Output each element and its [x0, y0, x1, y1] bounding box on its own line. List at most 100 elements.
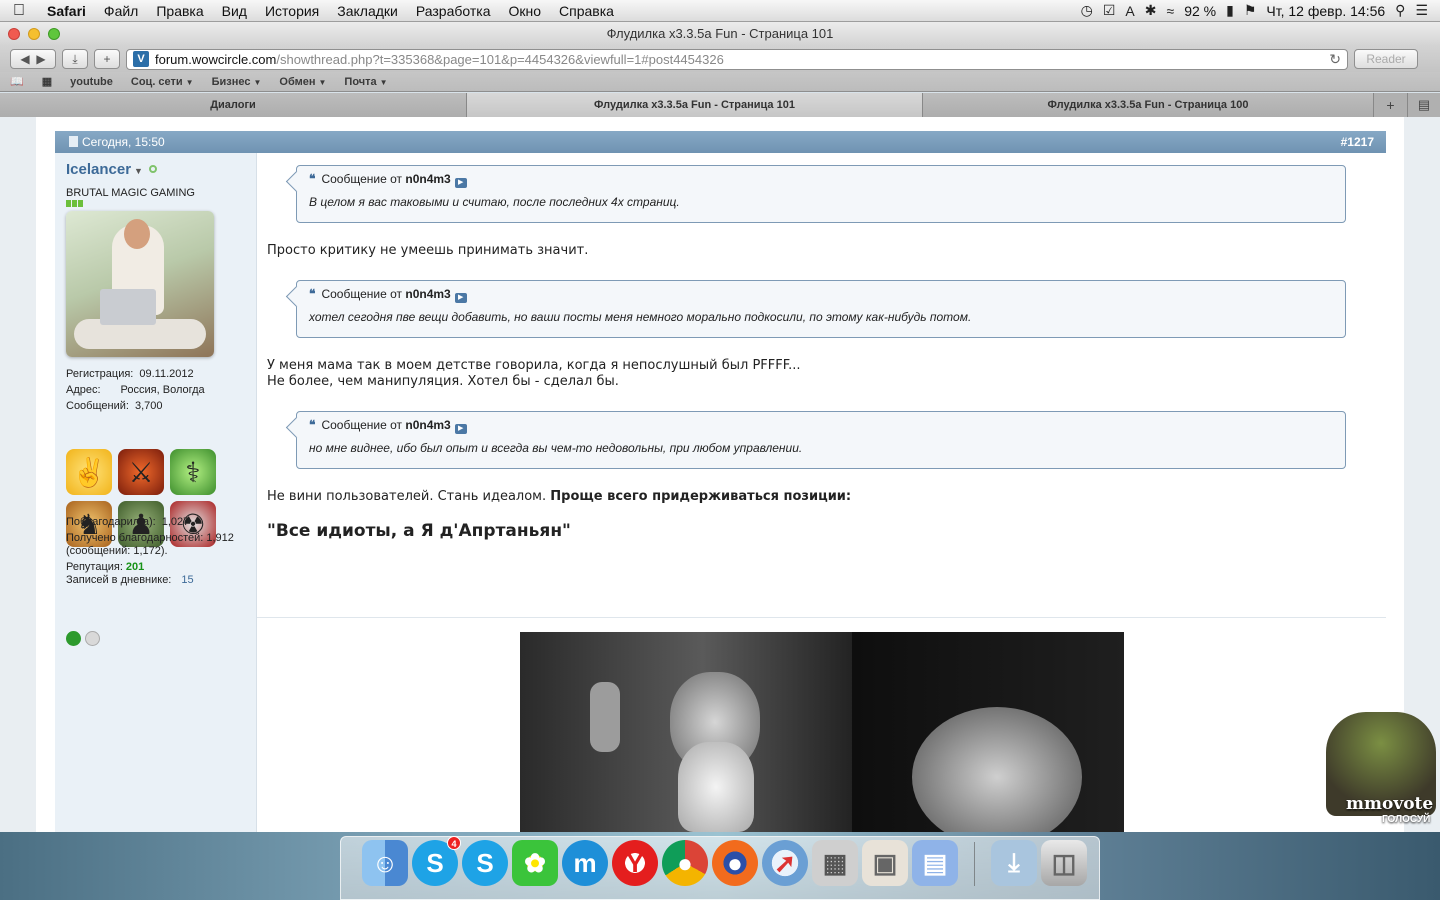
downloads-button[interactable]: ⤓: [62, 49, 88, 69]
go-to-post-icon[interactable]: ▶: [454, 178, 467, 188]
bookmark-folder-exchange[interactable]: Обмен ▼: [279, 76, 326, 88]
quote-text: В целом я вас таковыми и считаю, после п…: [309, 195, 680, 209]
apple-menu-icon[interactable]: : [0, 2, 38, 20]
menu-edit[interactable]: Правка: [147, 3, 212, 19]
menu-app-safari[interactable]: Safari: [38, 3, 95, 19]
skype-icon[interactable]: S4: [412, 836, 461, 886]
post-header: Сегодня, 15:50 #1217: [55, 131, 1386, 153]
time-machine-icon[interactable]: ◷: [1081, 2, 1093, 19]
icq-icon[interactable]: ✿: [512, 840, 558, 886]
tab-dialogs[interactable]: Диалоги: [0, 93, 467, 117]
preview-icon[interactable]: ▣: [862, 840, 908, 886]
url-host: forum.wowcircle.com: [155, 51, 277, 67]
chrome-icon[interactable]: ●: [662, 840, 708, 886]
tab-flood-page-100[interactable]: Флудилка x3.3.5a Fun - Страница 100: [923, 93, 1374, 117]
skype-icon[interactable]: S: [462, 840, 508, 886]
close-window-button[interactable]: [8, 28, 20, 40]
battery-percent[interactable]: 92 %: [1184, 3, 1216, 19]
chevron-down-icon: ▼: [318, 77, 327, 87]
reputation-bar: [66, 200, 83, 207]
chevron-down-icon[interactable]: ▼: [134, 166, 143, 176]
bookmark-folder-mail[interactable]: Почта ▼: [344, 76, 387, 88]
window-titlebar: Флудилка x3.3.5a Fun - Страница 101: [0, 22, 1440, 46]
bookmark-folder-label: Почта: [344, 75, 377, 88]
bookmark-folder-label: Бизнес: [211, 75, 251, 88]
checkmark-status-icon[interactable]: ☑: [1103, 2, 1116, 19]
field-value: 1,027: [161, 516, 190, 528]
field-value: 201: [125, 561, 145, 573]
post-text-normal: Не вини пользователей. Стань идеалом.: [267, 489, 551, 504]
safari-icon[interactable]: ➚: [762, 840, 808, 886]
adobe-icon[interactable]: A: [1125, 3, 1134, 19]
diary-link[interactable]: 15: [181, 574, 193, 586]
plus-icon: +: [103, 52, 111, 66]
bookmark-folder-business[interactable]: Бизнес ▼: [212, 76, 262, 88]
forward-arrow-icon[interactable]: ▶: [36, 52, 45, 66]
minimize-window-button[interactable]: [28, 28, 40, 40]
clover-icon[interactable]: [66, 631, 81, 646]
zoom-window-button[interactable]: [48, 28, 60, 40]
web-page: Сегодня, 15:50 #1217 Icelancer ▼ BRUTAL M…: [0, 117, 1440, 832]
grey-badge-icon[interactable]: [85, 631, 100, 646]
calculator-icon[interactable]: ▦: [812, 840, 858, 886]
menu-window[interactable]: Окно: [499, 3, 550, 19]
mmovote-label: mmovote: [1346, 794, 1434, 814]
menu-bookmarks[interactable]: Закладки: [328, 3, 407, 19]
reading-list-icon[interactable]: 📖: [10, 75, 24, 88]
username-menu[interactable]: Icelancer ▼: [66, 161, 157, 178]
firefox-icon[interactable]: ●: [712, 840, 758, 886]
menu-help[interactable]: Справка: [550, 3, 623, 19]
reader-button[interactable]: Reader: [1354, 49, 1418, 69]
downloads-icon[interactable]: ⤓: [991, 840, 1037, 886]
post-image[interactable]: [520, 632, 1124, 832]
finder-icon[interactable]: ☺: [362, 840, 408, 886]
bluetooth-icon[interactable]: ✱: [1145, 2, 1157, 19]
avatar[interactable]: [66, 211, 214, 357]
field-label: Адрес:: [66, 384, 101, 396]
chevron-down-icon: ▼: [185, 77, 194, 87]
back-forward-buttons[interactable]: ◀ ▶: [10, 49, 56, 69]
username[interactable]: Icelancer: [66, 161, 131, 178]
rock-hand-award-icon[interactable]: ✌: [66, 449, 112, 495]
clock[interactable]: Чт, 12 февр. 14:56: [1266, 3, 1385, 19]
new-tab-plus-icon[interactable]: +: [1374, 93, 1408, 117]
window-controls: [8, 28, 60, 40]
top-sites-icon[interactable]: ▦: [42, 75, 52, 88]
quote-author: n0n4m3: [405, 172, 451, 186]
quote-prefix: Сообщение от: [321, 172, 403, 186]
textedit-icon[interactable]: ▤: [912, 840, 958, 886]
spartan-helmet-award-icon[interactable]: ⚔: [118, 449, 164, 495]
field-value: Россия, Вологда: [120, 384, 205, 396]
bookmark-youtube[interactable]: youtube: [70, 76, 113, 88]
bookmark-folder-social[interactable]: Соц. сети ▼: [131, 76, 194, 88]
reload-icon[interactable]: ↻: [1329, 51, 1341, 68]
notification-center-icon[interactable]: ☰: [1415, 2, 1428, 19]
green-helmet-award-icon[interactable]: ⚕: [170, 449, 216, 495]
user-thanked: Поблагодарил(а): 1,027: [66, 516, 189, 528]
quote-header: ❝ Сообщение от n0n4m3 ▶: [309, 287, 467, 303]
add-bookmark-button[interactable]: +: [94, 49, 120, 69]
flag-russia-icon[interactable]: ⚑: [1244, 2, 1257, 19]
menu-view[interactable]: Вид: [213, 3, 256, 19]
post-number-link[interactable]: #1217: [1341, 131, 1374, 153]
user-small-icons: [66, 631, 100, 646]
tab-overview-icon[interactable]: ▤: [1408, 93, 1440, 117]
menu-file[interactable]: Файл: [95, 3, 147, 19]
go-to-post-icon[interactable]: ▶: [454, 293, 467, 303]
go-to-post-icon[interactable]: ▶: [454, 424, 467, 434]
maxthon-icon[interactable]: m: [562, 840, 608, 886]
trash-icon[interactable]: ◫: [1041, 840, 1087, 886]
tab-bar: Диалоги Флудилка x3.3.5a Fun - Страница …: [0, 93, 1440, 117]
mmovote-widget[interactable]: mmovote ГОЛОСУЙ: [1300, 712, 1440, 832]
menu-develop[interactable]: Разработка: [407, 3, 500, 19]
spotlight-search-icon[interactable]: ⚲: [1395, 2, 1405, 19]
battery-icon[interactable]: ▮: [1226, 2, 1234, 19]
quote-prefix: Сообщение от: [321, 418, 403, 432]
yandex-browser-icon[interactable]: Y: [612, 840, 658, 886]
address-bar[interactable]: V forum.wowcircle.com/showthread.php?t=3…: [126, 48, 1348, 70]
user-registration: Регистрация: 09.11.2012: [66, 368, 194, 380]
menu-history[interactable]: История: [256, 3, 328, 19]
wifi-icon[interactable]: ≈: [1167, 3, 1175, 19]
back-arrow-icon[interactable]: ◀: [20, 52, 29, 66]
tab-flood-page-101[interactable]: Флудилка x3.3.5a Fun - Страница 101: [467, 93, 923, 117]
